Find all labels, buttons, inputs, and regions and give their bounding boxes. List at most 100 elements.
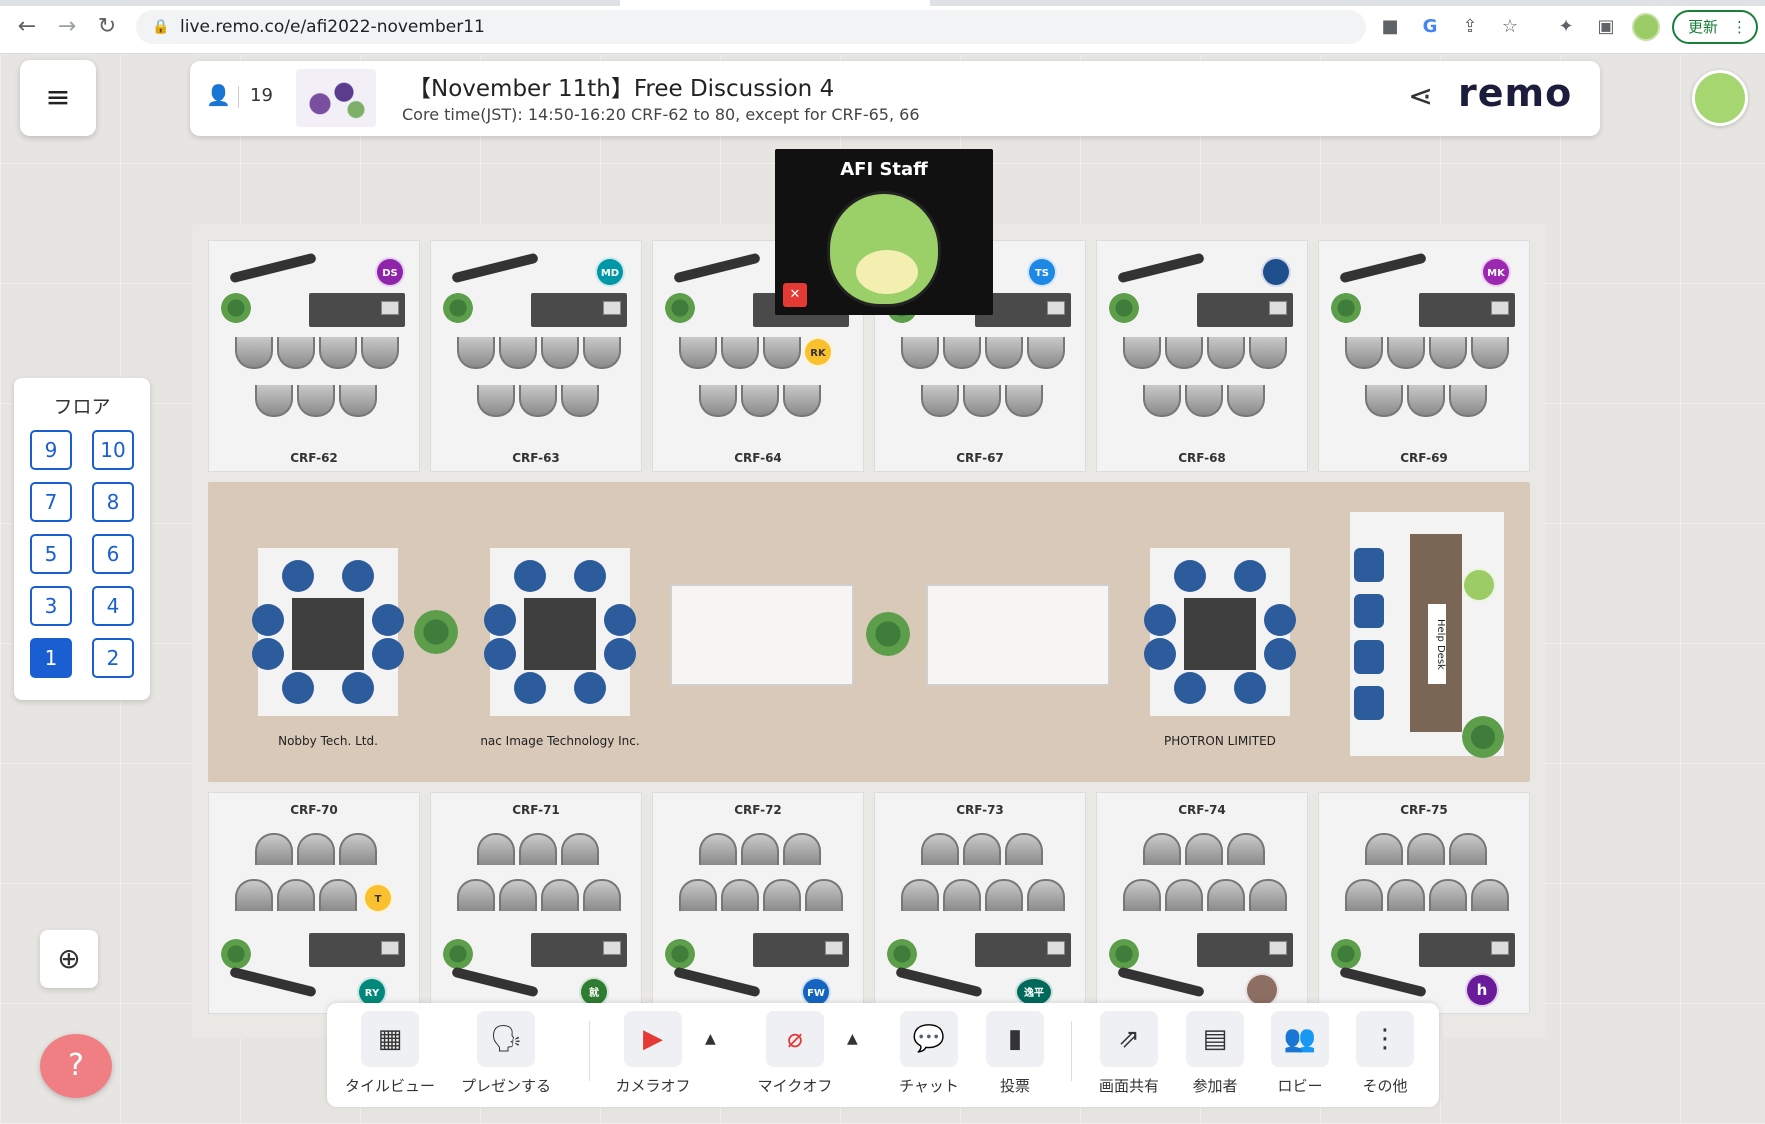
- google-icon[interactable]: G: [1418, 14, 1442, 40]
- room-crf-63[interactable]: MD CRF-63: [430, 240, 642, 472]
- avatar-badge[interactable]: MK: [1481, 257, 1511, 287]
- camera-icon[interactable]: ■: [1378, 14, 1402, 40]
- chair-row: [679, 879, 843, 911]
- empty-seat-badge[interactable]: [1261, 257, 1291, 287]
- plant: [221, 939, 251, 969]
- chair-row: [1123, 879, 1287, 911]
- more-button[interactable]: ⋮ その他: [1340, 1011, 1430, 1101]
- camera-options-caret-icon[interactable]: ▲: [705, 1031, 716, 1047]
- plant: [887, 939, 917, 969]
- active-tab[interactable]: [620, 0, 930, 6]
- floor-button-3[interactable]: 3: [30, 586, 72, 626]
- floor-button-4[interactable]: 4: [92, 586, 134, 626]
- floor-button-1[interactable]: 1: [30, 638, 72, 678]
- floor-button-5[interactable]: 5: [30, 534, 72, 574]
- avatar-badge[interactable]: TS: [1027, 257, 1057, 287]
- tile-view-label: タイルビュー: [345, 1077, 436, 1095]
- lamp: [673, 966, 761, 998]
- avatar-badge[interactable]: DS: [375, 257, 405, 287]
- floor-button-9[interactable]: 9: [30, 430, 72, 470]
- room-crf-69[interactable]: MK CRF-69: [1318, 240, 1530, 472]
- avatar-badge[interactable]: MD: [595, 257, 625, 287]
- room-crf-73[interactable]: CRF-73 逸平: [874, 792, 1086, 1014]
- address-bar[interactable]: 🔒 live.remo.co/e/afi2022-november11: [136, 10, 1366, 44]
- mic-options-caret-icon[interactable]: ▲: [847, 1031, 858, 1047]
- room-crf-68[interactable]: CRF-68: [1096, 240, 1308, 472]
- room-crf-70[interactable]: CRF-70 T RY: [208, 792, 420, 1014]
- floor-button-10[interactable]: 10: [92, 430, 134, 470]
- table: [524, 598, 596, 670]
- more-vertical-icon: ⋮: [1356, 1011, 1414, 1067]
- share-page-icon[interactable]: ⇪: [1458, 14, 1482, 40]
- chat-button[interactable]: 💬 チャット: [884, 1011, 974, 1101]
- reload-icon[interactable]: ↻: [94, 14, 120, 40]
- chair-row: [1123, 337, 1287, 369]
- avatar-badge[interactable]: h: [1465, 973, 1499, 1007]
- extensions-icon[interactable]: ✦: [1554, 14, 1578, 40]
- user-avatar[interactable]: [1692, 70, 1748, 126]
- update-button[interactable]: 更新 ⋮: [1672, 10, 1758, 44]
- plant: [443, 939, 473, 969]
- table-label: nac Image Technology Inc.: [480, 734, 640, 748]
- empty-table[interactable]: [926, 584, 1110, 686]
- desk: [531, 293, 627, 327]
- tile-view-button[interactable]: ▦ タイルビュー: [345, 1011, 435, 1101]
- bookmark-star-icon[interactable]: ☆: [1498, 14, 1522, 40]
- question-icon: ?: [68, 1048, 84, 1083]
- participants-button[interactable]: ▤ 参加者: [1170, 1011, 1260, 1101]
- mic-off-button[interactable]: ⌀ マイクオフ: [750, 1011, 840, 1101]
- present-button[interactable]: 🗣 プレゼンする: [461, 1011, 551, 1101]
- forward-icon[interactable]: →: [54, 14, 80, 40]
- avatar-badge[interactable]: T: [363, 883, 393, 913]
- staff-video-tile[interactable]: AFI Staff ✕: [775, 149, 993, 315]
- room-crf-71[interactable]: CRF-71 就: [430, 792, 642, 1014]
- room-crf-74[interactable]: CRF-74: [1096, 792, 1308, 1014]
- chair-row: [1143, 385, 1265, 417]
- help-desk-area[interactable]: Help Desk: [1350, 512, 1504, 758]
- poll-button[interactable]: ▮ 投票: [970, 1011, 1060, 1101]
- update-label: 更新: [1688, 18, 1719, 36]
- empty-table[interactable]: [670, 584, 854, 686]
- room-crf-72[interactable]: CRF-72 FW: [652, 792, 864, 1014]
- help-chat-button[interactable]: ?: [40, 1034, 112, 1098]
- room-crf-75[interactable]: CRF-75 h: [1318, 792, 1530, 1014]
- plant: [221, 293, 251, 323]
- share-icon[interactable]: ⋖: [1408, 79, 1433, 114]
- help-desk-label: Help Desk: [1428, 604, 1446, 684]
- table-label: Nobby Tech. Ltd.: [278, 734, 378, 748]
- chair-row: [457, 879, 621, 911]
- screen-share-button[interactable]: ⇗ 画面共有: [1084, 1011, 1174, 1101]
- chair-row: [1143, 833, 1265, 865]
- plant: [1109, 293, 1139, 323]
- room-crf-62[interactable]: DS CRF-62: [208, 240, 420, 472]
- person-icon: 👤: [206, 83, 231, 107]
- event-subtitle: Core time(JST): 14:50-16:20 CRF-62 to 80…: [402, 105, 920, 124]
- sponsor-table-nobby[interactable]: Nobby Tech. Ltd.: [252, 548, 404, 748]
- floor-button-8[interactable]: 8: [92, 482, 134, 522]
- chair-row: [1365, 833, 1487, 865]
- floor-button-6[interactable]: 6: [92, 534, 134, 574]
- chair-row: [1345, 337, 1509, 369]
- sponsor-table-nac[interactable]: nac Image Technology Inc.: [480, 548, 640, 748]
- back-icon[interactable]: ←: [14, 14, 40, 40]
- lobby-label: ロビー: [1277, 1077, 1323, 1095]
- floor-button-7[interactable]: 7: [30, 482, 72, 522]
- participants-icon: ▤: [1186, 1011, 1244, 1067]
- room-label: CRF-74: [1178, 803, 1226, 817]
- toolbar-divider: [1071, 1021, 1072, 1081]
- locate-me-button[interactable]: ⊕: [40, 930, 98, 988]
- lobby-button[interactable]: 👥 ロビー: [1255, 1011, 1345, 1101]
- floor-button-2[interactable]: 2: [92, 638, 134, 678]
- sponsor-table-photron[interactable]: PHOTRON LIMITED: [1144, 548, 1296, 748]
- side-panel-icon[interactable]: ▣: [1594, 14, 1618, 40]
- camera-off-button[interactable]: ▶ カメラオフ: [608, 1011, 698, 1101]
- lamp: [451, 252, 539, 284]
- staff-avatar[interactable]: [1462, 568, 1496, 602]
- avatar-badge[interactable]: RK: [803, 337, 833, 367]
- hamburger-menu-button[interactable]: ≡: [20, 60, 96, 136]
- chair-row: [921, 385, 1043, 417]
- chair-row: [699, 385, 821, 417]
- poll-label: 投票: [999, 1077, 1030, 1095]
- profile-avatar[interactable]: [1632, 13, 1660, 41]
- photo-avatar[interactable]: [1245, 973, 1279, 1007]
